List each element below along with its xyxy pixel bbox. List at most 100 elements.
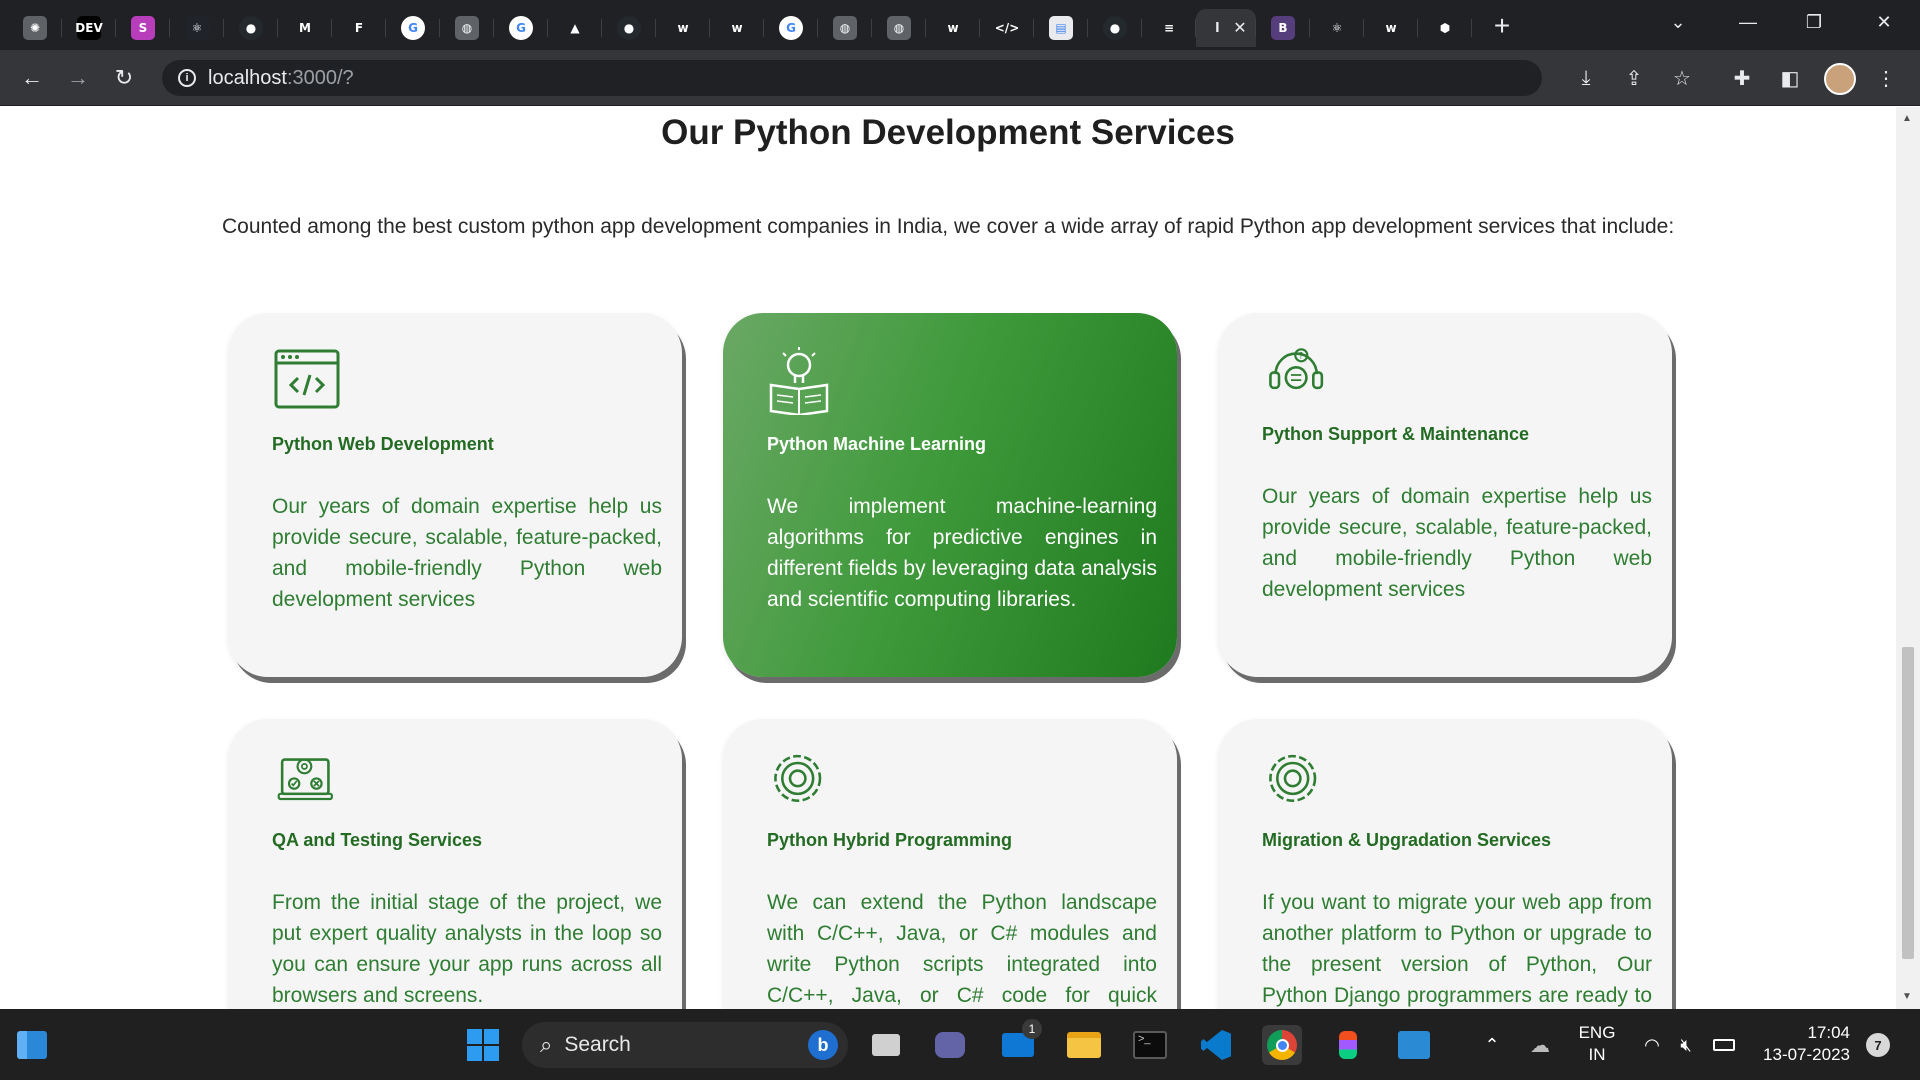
- code-icon: </>: [995, 16, 1019, 40]
- browser-tab[interactable]: M: [278, 9, 332, 47]
- task-view-icon[interactable]: [866, 1025, 906, 1065]
- bookmark-star-icon[interactable]: ☆: [1666, 62, 1698, 94]
- scroll-up-icon[interactable]: ▲: [1902, 113, 1912, 124]
- react-icon: ⚛: [1325, 16, 1349, 40]
- browser-tab[interactable]: ▤: [1034, 9, 1088, 47]
- browser-tab[interactable]: ◍: [440, 9, 494, 47]
- browser-tab[interactable]: DEV: [62, 9, 116, 47]
- browser-tab[interactable]: w: [710, 9, 764, 47]
- card-description: We implement machine-learning algorithms…: [767, 495, 1157, 611]
- close-tab-icon[interactable]: ✕: [1233, 18, 1246, 38]
- card-title: Python Hybrid Programming: [767, 830, 1013, 850]
- mail-icon[interactable]: 1: [998, 1019, 1042, 1065]
- forward-icon[interactable]: →: [60, 60, 96, 96]
- install-app-icon[interactable]: ⤓: [1570, 62, 1602, 94]
- github-icon: ●: [1103, 16, 1127, 40]
- stackoverflow-icon: ≡: [1157, 16, 1181, 40]
- taskbar-search[interactable]: ⌕ Search b: [522, 1022, 848, 1068]
- notification-count: 7: [1874, 1037, 1882, 1053]
- slack-icon: S: [131, 16, 155, 40]
- service-card-hybrid-programming[interactable]: Python Hybrid Programming We can extend …: [723, 719, 1177, 1009]
- bing-icon[interactable]: b: [808, 1030, 838, 1060]
- vscode-icon[interactable]: [1196, 1025, 1236, 1065]
- scrollbar-thumb[interactable]: [1902, 647, 1914, 959]
- extensions-icon[interactable]: ✚: [1726, 62, 1758, 94]
- close-window-icon[interactable]: ✕: [1856, 0, 1912, 44]
- language-indicator[interactable]: ENG IN: [1572, 1022, 1622, 1066]
- clock[interactable]: 17:04 13-07-2023: [1752, 1022, 1850, 1066]
- browser-tab[interactable]: </>: [980, 9, 1034, 47]
- browser-tab[interactable]: ●: [602, 9, 656, 47]
- chevron-up-icon[interactable]: ⌃: [1472, 1025, 1512, 1065]
- browser-tab[interactable]: ▲: [548, 9, 602, 47]
- page-scrollbar[interactable]: ▲ ▼: [1896, 107, 1920, 1009]
- url-text[interactable]: localhost:3000/?: [208, 67, 354, 90]
- scroll-down-icon[interactable]: ▼: [1902, 991, 1912, 1002]
- battery-icon[interactable]: [1704, 1025, 1744, 1065]
- tab-strip: ✺ DEV S ⚛ ● M F G ◍ G ▲ ● w w G ◍ ◍ w </> ▤ ● ≡ l ✕ B ⚛ w ⬢ +: [0, 0, 1920, 50]
- back-icon[interactable]: ←: [14, 60, 50, 96]
- browser-tab[interactable]: G: [386, 9, 440, 47]
- service-card-support-maintenance[interactable]: ? Python Support & Maintenance Our years…: [1218, 313, 1672, 677]
- teams-chat-icon[interactable]: [930, 1025, 970, 1065]
- browser-tab[interactable]: ⬢: [1418, 9, 1472, 47]
- mail-badge: 1: [1022, 1019, 1042, 1039]
- share-icon[interactable]: ⇪: [1618, 62, 1650, 94]
- url-path: :3000/?: [286, 66, 354, 89]
- browser-tab[interactable]: S: [116, 9, 170, 47]
- browser-tab-active[interactable]: l ✕: [1196, 9, 1256, 47]
- browser-tab[interactable]: w: [1364, 9, 1418, 47]
- browser-tab[interactable]: ✺: [8, 9, 62, 47]
- onedrive-icon[interactable]: ☁: [1520, 1025, 1560, 1065]
- service-card-machine-learning[interactable]: Python Machine Learning We implement mac…: [723, 313, 1177, 677]
- browser-tab[interactable]: ●: [224, 9, 278, 47]
- browser-tab[interactable]: ◍: [818, 9, 872, 47]
- browser-tab[interactable]: ●: [1088, 9, 1142, 47]
- browser-tab[interactable]: w: [926, 9, 980, 47]
- address-bar[interactable]: i localhost:3000/?: [162, 60, 1542, 96]
- restore-icon[interactable]: ❐: [1786, 0, 1842, 44]
- menu-dots-icon[interactable]: ⋮: [1870, 62, 1902, 94]
- tab-search-icon[interactable]: ⌄: [1650, 0, 1706, 44]
- new-tab-button[interactable]: +: [1482, 6, 1522, 46]
- site-info-icon[interactable]: i: [178, 69, 196, 87]
- browser-tab[interactable]: w: [656, 9, 710, 47]
- chrome-icon[interactable]: [1262, 1025, 1302, 1065]
- browser-tab[interactable]: B: [1256, 9, 1310, 47]
- file-explorer-icon[interactable]: [1064, 1025, 1104, 1065]
- terminal-icon[interactable]: >_: [1130, 1025, 1170, 1065]
- service-card-qa-testing[interactable]: QA and Testing Services From the initial…: [228, 719, 682, 1009]
- lightbulb-book-icon: [769, 347, 829, 417]
- browser-tab[interactable]: F: [332, 9, 386, 47]
- widgets-icon[interactable]: [12, 1025, 52, 1065]
- browser-tab[interactable]: ≡: [1142, 9, 1196, 47]
- page-content: Our Python Development Services Counted …: [0, 107, 1896, 1009]
- windows-start-icon[interactable]: [463, 1025, 503, 1065]
- globe-icon: ◍: [887, 16, 911, 40]
- w3-icon: w: [671, 16, 695, 40]
- w3-icon: w: [941, 16, 965, 40]
- avatar[interactable]: [1824, 63, 1856, 95]
- reload-icon[interactable]: ↻: [106, 60, 142, 96]
- service-card-web-development[interactable]: Python Web Development Our years of doma…: [228, 313, 682, 677]
- search-label: Search: [564, 1033, 631, 1056]
- browser-tab[interactable]: G: [764, 9, 818, 47]
- browser-tab[interactable]: ⚛: [170, 9, 224, 47]
- w3-icon: w: [725, 16, 749, 40]
- intro-text: Counted among the best custom python app…: [222, 215, 1675, 238]
- github-icon: ●: [617, 16, 641, 40]
- figma-icon[interactable]: [1328, 1025, 1368, 1065]
- minimize-icon[interactable]: —: [1720, 0, 1776, 44]
- browser-tab[interactable]: ◍: [872, 9, 926, 47]
- volume-muted-icon[interactable]: 🔇︎: [1666, 1025, 1706, 1065]
- photos-icon[interactable]: [1394, 1025, 1434, 1065]
- service-card-migration-upgradation[interactable]: Migration & Upgradation Services If you …: [1218, 719, 1672, 1009]
- google-icon: G: [779, 16, 803, 40]
- browser-tab[interactable]: G: [494, 9, 548, 47]
- card-title: Python Machine Learning: [767, 434, 987, 454]
- side-panel-icon[interactable]: ◧: [1774, 62, 1806, 94]
- browser-tab[interactable]: ⚛: [1310, 9, 1364, 47]
- card-title: QA and Testing Services: [272, 830, 483, 850]
- notification-badge[interactable]: 7: [1866, 1033, 1890, 1057]
- doc-icon: ▤: [1049, 16, 1073, 40]
